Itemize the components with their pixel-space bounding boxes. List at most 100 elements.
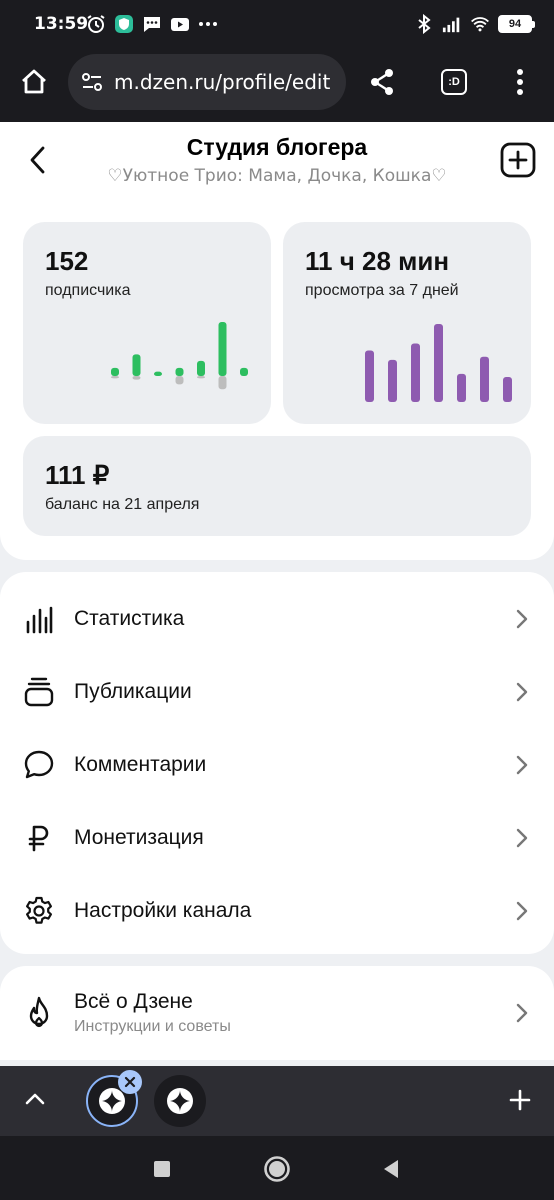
plus-square-icon <box>500 142 536 178</box>
views-card[interactable]: 11 ч 28 мин просмотра за 7 дней <box>283 222 531 424</box>
message-icon <box>142 14 162 34</box>
tab-inactive[interactable] <box>154 1075 206 1127</box>
subscribers-bar-up <box>218 322 227 376</box>
subscribers-bar-up <box>197 360 205 376</box>
subscribers-bar-down <box>175 376 184 385</box>
chevron-right-icon <box>514 826 530 850</box>
subscribers-bar-up <box>111 367 119 376</box>
menu-label-publications: Публикации <box>74 679 192 703</box>
menu-item-comments[interactable]: Комментарии <box>0 728 554 801</box>
menu-item-statistics[interactable]: Статистика <box>0 582 554 655</box>
status-time: 13:59 <box>34 14 89 34</box>
expand-tabs-button[interactable] <box>20 1084 50 1114</box>
wifi-icon <box>470 14 490 34</box>
square-icon <box>154 1161 170 1177</box>
menu-label-statistics: Статистика <box>74 606 185 630</box>
about-dzen-subtitle: Инструкции и советы <box>74 1018 231 1035</box>
home-button[interactable] <box>14 62 54 102</box>
dzen-logo-icon <box>167 1088 193 1114</box>
share-button[interactable] <box>362 62 402 102</box>
status-bar: 13:59 94 <box>0 0 554 48</box>
chevron-right-icon <box>514 607 530 631</box>
views-bar <box>480 356 489 402</box>
close-tab-button[interactable] <box>118 1070 142 1094</box>
views-value: 11 ч 28 мин <box>305 246 450 276</box>
subscribers-bar-down <box>218 376 227 390</box>
subscribers-card[interactable]: 152 подписчика <box>23 222 271 424</box>
menu-label-channel-settings: Настройки канала <box>74 898 252 922</box>
views-bar <box>503 377 512 402</box>
browser-menu-button[interactable] <box>500 62 540 102</box>
views-bar <box>411 343 420 402</box>
page-content: Студия блогера ♡Уютное Трио: Мама, Дочка… <box>0 122 554 1066</box>
chevron-up-icon <box>25 1093 45 1105</box>
menu-item-channel-settings[interactable]: Настройки канала <box>0 874 554 947</box>
more-vertical-icon <box>517 69 523 95</box>
circle-icon <box>264 1156 290 1182</box>
recents-button[interactable] <box>145 1152 179 1186</box>
stack-icon <box>22 675 56 709</box>
url-text[interactable]: m.dzen.ru/profile/edit <box>114 70 330 94</box>
gear-icon <box>22 894 56 928</box>
about-dzen-item[interactable]: Всё о Дзене Инструкции и советы <box>0 966 554 1060</box>
chevron-right-icon <box>514 1001 530 1025</box>
views-bar <box>365 350 374 402</box>
close-icon <box>124 1076 136 1088</box>
views-label: просмотра за 7 дней <box>305 282 459 299</box>
signal-icon <box>442 14 462 34</box>
menu-item-monetization[interactable]: Монетизация <box>0 801 554 874</box>
studio-header-card: Студия блогера ♡Уютное Трио: Мама, Дочка… <box>0 122 554 560</box>
system-nav-bar <box>0 1136 554 1200</box>
tab-switcher-button[interactable]: :D <box>434 62 474 102</box>
balance-label: баланс на 21 апреля <box>45 496 200 513</box>
balance-card[interactable]: 111 ₽ баланс на 21 апреля <box>23 436 531 536</box>
flame-icon <box>22 996 56 1030</box>
back-nav-button[interactable] <box>374 1152 408 1186</box>
battery-icon: 94 <box>498 15 535 33</box>
new-tab-button[interactable] <box>504 1084 536 1116</box>
comment-icon <box>22 748 56 782</box>
subscribers-bar-down <box>111 376 119 379</box>
chevron-right-icon <box>514 680 530 704</box>
bar-chart-icon <box>22 602 56 636</box>
subscribers-bar-up <box>154 371 162 376</box>
plus-icon <box>509 1089 531 1111</box>
battery-level: 94 <box>508 18 522 30</box>
more-dots-icon <box>198 14 218 34</box>
home-icon <box>22 69 46 94</box>
views-bar <box>434 324 443 402</box>
tab-switcher-label: :D <box>441 69 467 95</box>
menu-label-comments: Комментарии <box>74 752 207 776</box>
balance-value: 111 ₽ <box>45 460 110 490</box>
home-nav-button[interactable] <box>260 1152 294 1186</box>
shield-app-icon <box>114 14 134 34</box>
page-title: Студия блогера <box>186 134 368 160</box>
about-dzen-title: Всё о Дзене <box>74 990 193 1013</box>
subscribers-bar-down <box>132 376 141 380</box>
alarm-icon <box>86 14 106 34</box>
views-bar <box>457 373 466 402</box>
menu-item-publications[interactable]: Публикации <box>0 655 554 728</box>
subscribers-bar-up <box>132 354 141 376</box>
tab-strip <box>0 1066 554 1136</box>
subscribers-bar-up <box>175 367 184 376</box>
ruble-icon <box>22 821 56 855</box>
subscribers-bar-down <box>197 376 205 379</box>
subscribers-chart <box>111 322 248 390</box>
youtube-icon <box>170 14 190 34</box>
views-bar <box>388 359 397 402</box>
subscribers-bar-up <box>240 367 248 376</box>
address-bar[interactable]: m.dzen.ru/profile/edit <box>68 54 346 110</box>
site-settings-icon[interactable] <box>80 70 104 94</box>
menu-label-monetization: Монетизация <box>74 825 204 849</box>
browser-toolbar: m.dzen.ru/profile/edit :D <box>0 48 554 122</box>
channel-name: ♡Уютное Трио: Мама, Дочка, Кошка♡ <box>107 166 447 186</box>
create-post-button[interactable] <box>498 140 538 180</box>
views-chart <box>365 324 512 402</box>
chevron-right-icon <box>514 899 530 923</box>
bluetooth-icon <box>414 14 434 34</box>
chevron-right-icon <box>514 753 530 777</box>
studio-menu: Статистика Публикации Комментарии Монети… <box>0 572 554 954</box>
subscribers-value: 152 <box>45 246 89 276</box>
share-icon <box>371 69 393 95</box>
